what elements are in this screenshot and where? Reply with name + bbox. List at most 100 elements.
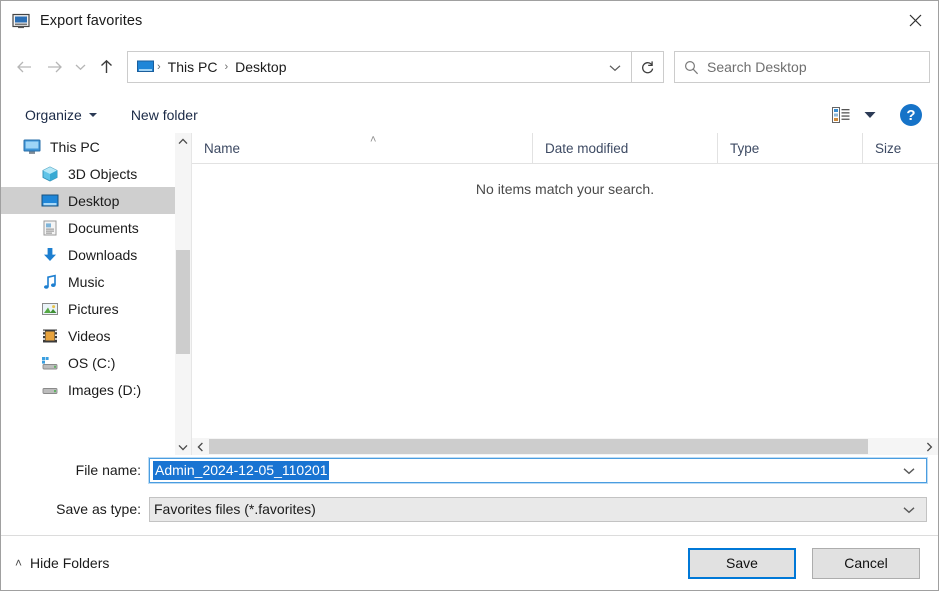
navigation-sidebar: This PC 3D Objects Desktop Documents Dow… <box>1 133 175 455</box>
column-header-type[interactable]: Type <box>717 133 862 163</box>
sidebar-vertical-scrollbar[interactable] <box>175 133 192 455</box>
sidebar-item-videos[interactable]: Videos <box>1 322 175 349</box>
cancel-button[interactable]: Cancel <box>812 547 920 579</box>
forward-button[interactable] <box>39 52 69 82</box>
chevron-up-icon: ˄ <box>15 556 23 570</box>
sidebar-label: Documents <box>68 219 139 236</box>
list-view-icon[interactable] <box>832 107 850 123</box>
footer-buttons: Save Cancel <box>688 547 920 579</box>
sidebar-item-this-pc[interactable]: This PC <box>1 133 175 160</box>
documents-icon <box>41 220 59 236</box>
sidebar-item-desktop[interactable]: Desktop <box>1 187 175 214</box>
export-favorites-dialog: Export favorites › This PC › Desktop Sea… <box>0 0 939 591</box>
sidebar-scroll-thumb[interactable] <box>176 250 190 354</box>
save-as-type-chevron-down-icon[interactable] <box>903 502 915 517</box>
save-as-type-row: Save as type: Favorites files (*.favorit… <box>1 496 938 522</box>
save-as-type-value: Favorites files (*.favorites) <box>154 501 316 517</box>
desktop-icon <box>41 193 59 209</box>
hard-drive-icon <box>41 355 59 371</box>
sidebar-label: Images (D:) <box>68 381 142 398</box>
organize-button[interactable]: Organize <box>17 102 105 128</box>
dialog-footer: ˄ Hide Folders Save Cancel <box>1 535 938 590</box>
sidebar-label: OS (C:) <box>68 354 116 371</box>
save-as-type-select[interactable]: Favorites files (*.favorites) <box>149 496 927 522</box>
empty-state-message: No items match your search. <box>475 181 655 197</box>
pictures-icon <box>41 301 59 317</box>
sort-ascending-icon: ˄ <box>370 134 377 146</box>
save-button[interactable]: Save <box>688 547 796 579</box>
address-bar[interactable]: › This PC › Desktop <box>127 51 632 83</box>
navigation-bar: › This PC › Desktop Search Desktop <box>9 47 930 87</box>
column-header-date-modified[interactable]: Date modified <box>532 133 717 163</box>
3d-objects-icon <box>41 165 59 182</box>
sidebar-label: This PC <box>50 138 100 155</box>
sidebar-label: Videos <box>68 327 111 344</box>
sidebar-item-images-d[interactable]: Images (D:) <box>1 376 175 403</box>
desktop-icon <box>137 60 154 74</box>
sidebar-item-downloads[interactable]: Downloads <box>1 241 175 268</box>
toolbar: Organize New folder ? <box>1 97 938 134</box>
sidebar-item-os-c[interactable]: OS (C:) <box>1 349 175 376</box>
column-label: Name <box>204 140 241 156</box>
sidebar-label: Pictures <box>68 300 119 317</box>
recent-locations-button[interactable] <box>69 52 91 82</box>
sidebar-item-music[interactable]: Music <box>1 268 175 295</box>
column-header-name[interactable]: Name ˄ <box>192 133 532 163</box>
new-folder-label: New folder <box>130 107 198 123</box>
file-list-horizontal-scrollbar[interactable] <box>192 438 938 455</box>
view-caret-down-icon[interactable] <box>864 111 876 119</box>
file-name-input[interactable]: Admin_2024-12-05_110201 <box>148 456 928 484</box>
file-name-row: File name: Admin_2024-12-05_110201 <box>1 456 938 484</box>
scroll-up-chevron-up-icon[interactable] <box>175 133 191 149</box>
breadcrumb-item-this-pc[interactable]: This PC <box>164 59 222 75</box>
toolbar-right-group: ? <box>832 104 922 126</box>
caret-down-icon <box>88 113 97 117</box>
search-input[interactable]: Search Desktop <box>674 51 930 83</box>
column-label: Size <box>875 140 902 156</box>
file-name-value: Admin_2024-12-05_110201 <box>153 460 329 480</box>
save-form: File name: Admin_2024-12-05_110201 Save … <box>1 456 938 537</box>
hide-folders-label: Hide Folders <box>30 555 110 571</box>
scroll-left-chevron-left-icon[interactable] <box>192 442 209 452</box>
up-button[interactable] <box>91 52 121 82</box>
title-bar: Export favorites <box>1 1 938 41</box>
file-list-pane: Name ˄ Date modified Type Size No items … <box>192 133 938 455</box>
hard-drive-icon <box>41 382 59 398</box>
this-pc-icon <box>23 139 41 155</box>
column-header-size[interactable]: Size <box>862 133 936 163</box>
new-folder-button[interactable]: New folder <box>123 102 206 128</box>
sidebar-label: Downloads <box>68 246 138 263</box>
sidebar-item-documents[interactable]: Documents <box>1 214 175 241</box>
breadcrumb-item-desktop[interactable]: Desktop <box>231 59 290 75</box>
window-title: Export favorites <box>40 13 143 29</box>
sidebar-label: Desktop <box>68 192 120 209</box>
close-button[interactable] <box>892 1 938 39</box>
sidebar-label: Music <box>68 273 105 290</box>
sidebar-item-3d-objects[interactable]: 3D Objects <box>1 160 175 187</box>
save-as-type-label: Save as type: <box>56 501 141 517</box>
column-label: Date modified <box>545 140 629 156</box>
column-label: Type <box>730 140 760 156</box>
sidebar-item-pictures[interactable]: Pictures <box>1 295 175 322</box>
refresh-icon[interactable] <box>632 51 664 83</box>
file-list-column-header: Name ˄ Date modified Type Size <box>192 133 938 164</box>
organize-label: Organize <box>25 107 82 123</box>
sidebar-label: 3D Objects <box>68 165 138 182</box>
file-list-scroll-thumb[interactable] <box>209 439 868 454</box>
help-button[interactable]: ? <box>900 104 922 126</box>
breadcrumb-separator: › <box>224 61 229 73</box>
scroll-right-chevron-right-icon[interactable] <box>921 442 938 452</box>
downloads-icon <box>41 247 59 263</box>
address-dropdown-chevron-down-icon[interactable] <box>609 60 621 75</box>
scroll-down-chevron-down-icon[interactable] <box>175 439 191 455</box>
file-name-label: File name: <box>75 462 141 478</box>
hide-folders-button[interactable]: ˄ Hide Folders <box>15 555 109 571</box>
breadcrumb-separator: › <box>157 61 161 73</box>
back-button[interactable] <box>9 52 39 82</box>
file-name-chevron-down-icon[interactable] <box>903 463 915 478</box>
music-icon <box>41 274 59 290</box>
dialog-body: This PC 3D Objects Desktop Documents Dow… <box>1 133 938 455</box>
search-placeholder: Search Desktop <box>707 59 807 75</box>
monitor-export-icon <box>12 12 30 30</box>
search-icon <box>684 60 699 75</box>
